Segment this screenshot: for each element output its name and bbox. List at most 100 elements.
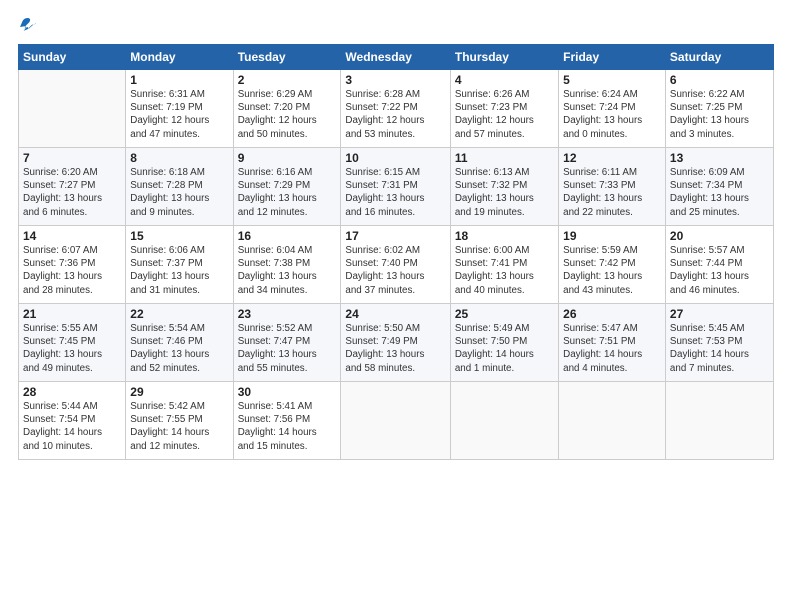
- day-info: Sunrise: 6:16 AM Sunset: 7:29 PM Dayligh…: [238, 166, 337, 219]
- day-info: Sunrise: 6:18 AM Sunset: 7:28 PM Dayligh…: [130, 166, 228, 219]
- day-number: 3: [345, 73, 445, 87]
- calendar-cell: 9Sunrise: 6:16 AM Sunset: 7:29 PM Daylig…: [233, 148, 341, 226]
- calendar-week-row: 1Sunrise: 6:31 AM Sunset: 7:19 PM Daylig…: [19, 70, 774, 148]
- day-info: Sunrise: 6:20 AM Sunset: 7:27 PM Dayligh…: [23, 166, 121, 219]
- day-info: Sunrise: 6:29 AM Sunset: 7:20 PM Dayligh…: [238, 88, 337, 141]
- day-info: Sunrise: 6:09 AM Sunset: 7:34 PM Dayligh…: [670, 166, 769, 219]
- calendar-cell: 4Sunrise: 6:26 AM Sunset: 7:23 PM Daylig…: [450, 70, 558, 148]
- day-info: Sunrise: 6:07 AM Sunset: 7:36 PM Dayligh…: [23, 244, 121, 297]
- weekday-header: Friday: [559, 45, 666, 70]
- day-info: Sunrise: 6:28 AM Sunset: 7:22 PM Dayligh…: [345, 88, 445, 141]
- calendar-cell: 24Sunrise: 5:50 AM Sunset: 7:49 PM Dayli…: [341, 304, 450, 382]
- day-number: 28: [23, 385, 121, 399]
- day-number: 30: [238, 385, 337, 399]
- day-info: Sunrise: 6:11 AM Sunset: 7:33 PM Dayligh…: [563, 166, 661, 219]
- day-info: Sunrise: 6:02 AM Sunset: 7:40 PM Dayligh…: [345, 244, 445, 297]
- day-number: 5: [563, 73, 661, 87]
- calendar-cell: [341, 382, 450, 460]
- calendar-week-row: 14Sunrise: 6:07 AM Sunset: 7:36 PM Dayli…: [19, 226, 774, 304]
- calendar-cell: 20Sunrise: 5:57 AM Sunset: 7:44 PM Dayli…: [665, 226, 773, 304]
- calendar-cell: 28Sunrise: 5:44 AM Sunset: 7:54 PM Dayli…: [19, 382, 126, 460]
- day-number: 14: [23, 229, 121, 243]
- calendar-header-row: SundayMondayTuesdayWednesdayThursdayFrid…: [19, 45, 774, 70]
- day-number: 23: [238, 307, 337, 321]
- day-info: Sunrise: 6:15 AM Sunset: 7:31 PM Dayligh…: [345, 166, 445, 219]
- calendar-cell: 23Sunrise: 5:52 AM Sunset: 7:47 PM Dayli…: [233, 304, 341, 382]
- calendar-cell: 26Sunrise: 5:47 AM Sunset: 7:51 PM Dayli…: [559, 304, 666, 382]
- day-number: 1: [130, 73, 228, 87]
- day-info: Sunrise: 5:55 AM Sunset: 7:45 PM Dayligh…: [23, 322, 121, 375]
- logo: [18, 18, 38, 36]
- calendar-cell: [559, 382, 666, 460]
- day-info: Sunrise: 5:50 AM Sunset: 7:49 PM Dayligh…: [345, 322, 445, 375]
- calendar-cell: 3Sunrise: 6:28 AM Sunset: 7:22 PM Daylig…: [341, 70, 450, 148]
- calendar-cell: 5Sunrise: 6:24 AM Sunset: 7:24 PM Daylig…: [559, 70, 666, 148]
- day-number: 16: [238, 229, 337, 243]
- day-number: 13: [670, 151, 769, 165]
- day-info: Sunrise: 6:31 AM Sunset: 7:19 PM Dayligh…: [130, 88, 228, 141]
- calendar-cell: 8Sunrise: 6:18 AM Sunset: 7:28 PM Daylig…: [126, 148, 233, 226]
- calendar-cell: 27Sunrise: 5:45 AM Sunset: 7:53 PM Dayli…: [665, 304, 773, 382]
- day-number: 4: [455, 73, 554, 87]
- header: [18, 18, 774, 36]
- calendar-cell: 17Sunrise: 6:02 AM Sunset: 7:40 PM Dayli…: [341, 226, 450, 304]
- calendar-cell: 29Sunrise: 5:42 AM Sunset: 7:55 PM Dayli…: [126, 382, 233, 460]
- calendar-cell: 14Sunrise: 6:07 AM Sunset: 7:36 PM Dayli…: [19, 226, 126, 304]
- calendar-cell: 19Sunrise: 5:59 AM Sunset: 7:42 PM Dayli…: [559, 226, 666, 304]
- calendar-cell: 30Sunrise: 5:41 AM Sunset: 7:56 PM Dayli…: [233, 382, 341, 460]
- day-number: 15: [130, 229, 228, 243]
- calendar-cell: 15Sunrise: 6:06 AM Sunset: 7:37 PM Dayli…: [126, 226, 233, 304]
- weekday-header: Sunday: [19, 45, 126, 70]
- day-info: Sunrise: 5:41 AM Sunset: 7:56 PM Dayligh…: [238, 400, 337, 453]
- day-number: 21: [23, 307, 121, 321]
- calendar-cell: 21Sunrise: 5:55 AM Sunset: 7:45 PM Dayli…: [19, 304, 126, 382]
- calendar-cell: [665, 382, 773, 460]
- day-info: Sunrise: 6:04 AM Sunset: 7:38 PM Dayligh…: [238, 244, 337, 297]
- day-number: 8: [130, 151, 228, 165]
- calendar-week-row: 7Sunrise: 6:20 AM Sunset: 7:27 PM Daylig…: [19, 148, 774, 226]
- day-info: Sunrise: 6:13 AM Sunset: 7:32 PM Dayligh…: [455, 166, 554, 219]
- calendar-cell: [450, 382, 558, 460]
- day-info: Sunrise: 5:42 AM Sunset: 7:55 PM Dayligh…: [130, 400, 228, 453]
- weekday-header: Thursday: [450, 45, 558, 70]
- day-info: Sunrise: 5:49 AM Sunset: 7:50 PM Dayligh…: [455, 322, 554, 375]
- day-number: 26: [563, 307, 661, 321]
- day-number: 6: [670, 73, 769, 87]
- day-number: 29: [130, 385, 228, 399]
- calendar-cell: 11Sunrise: 6:13 AM Sunset: 7:32 PM Dayli…: [450, 148, 558, 226]
- calendar-cell: 16Sunrise: 6:04 AM Sunset: 7:38 PM Dayli…: [233, 226, 341, 304]
- calendar-cell: 25Sunrise: 5:49 AM Sunset: 7:50 PM Dayli…: [450, 304, 558, 382]
- calendar-cell: 6Sunrise: 6:22 AM Sunset: 7:25 PM Daylig…: [665, 70, 773, 148]
- weekday-header: Monday: [126, 45, 233, 70]
- day-number: 7: [23, 151, 121, 165]
- calendar-cell: 13Sunrise: 6:09 AM Sunset: 7:34 PM Dayli…: [665, 148, 773, 226]
- day-number: 12: [563, 151, 661, 165]
- day-info: Sunrise: 5:47 AM Sunset: 7:51 PM Dayligh…: [563, 322, 661, 375]
- day-info: Sunrise: 6:26 AM Sunset: 7:23 PM Dayligh…: [455, 88, 554, 141]
- day-info: Sunrise: 5:44 AM Sunset: 7:54 PM Dayligh…: [23, 400, 121, 453]
- day-number: 11: [455, 151, 554, 165]
- calendar-cell: 22Sunrise: 5:54 AM Sunset: 7:46 PM Dayli…: [126, 304, 233, 382]
- day-info: Sunrise: 6:06 AM Sunset: 7:37 PM Dayligh…: [130, 244, 228, 297]
- page: SundayMondayTuesdayWednesdayThursdayFrid…: [0, 0, 792, 612]
- calendar-cell: 2Sunrise: 6:29 AM Sunset: 7:20 PM Daylig…: [233, 70, 341, 148]
- calendar-week-row: 28Sunrise: 5:44 AM Sunset: 7:54 PM Dayli…: [19, 382, 774, 460]
- bird-icon: [20, 18, 38, 36]
- day-number: 27: [670, 307, 769, 321]
- calendar-cell: 12Sunrise: 6:11 AM Sunset: 7:33 PM Dayli…: [559, 148, 666, 226]
- calendar-cell: [19, 70, 126, 148]
- weekday-header: Saturday: [665, 45, 773, 70]
- day-info: Sunrise: 6:00 AM Sunset: 7:41 PM Dayligh…: [455, 244, 554, 297]
- calendar-cell: 1Sunrise: 6:31 AM Sunset: 7:19 PM Daylig…: [126, 70, 233, 148]
- day-info: Sunrise: 5:52 AM Sunset: 7:47 PM Dayligh…: [238, 322, 337, 375]
- day-info: Sunrise: 6:24 AM Sunset: 7:24 PM Dayligh…: [563, 88, 661, 141]
- day-info: Sunrise: 5:59 AM Sunset: 7:42 PM Dayligh…: [563, 244, 661, 297]
- calendar: SundayMondayTuesdayWednesdayThursdayFrid…: [18, 44, 774, 460]
- day-info: Sunrise: 5:54 AM Sunset: 7:46 PM Dayligh…: [130, 322, 228, 375]
- day-info: Sunrise: 5:57 AM Sunset: 7:44 PM Dayligh…: [670, 244, 769, 297]
- calendar-cell: 10Sunrise: 6:15 AM Sunset: 7:31 PM Dayli…: [341, 148, 450, 226]
- day-number: 19: [563, 229, 661, 243]
- day-info: Sunrise: 6:22 AM Sunset: 7:25 PM Dayligh…: [670, 88, 769, 141]
- day-number: 2: [238, 73, 337, 87]
- day-number: 10: [345, 151, 445, 165]
